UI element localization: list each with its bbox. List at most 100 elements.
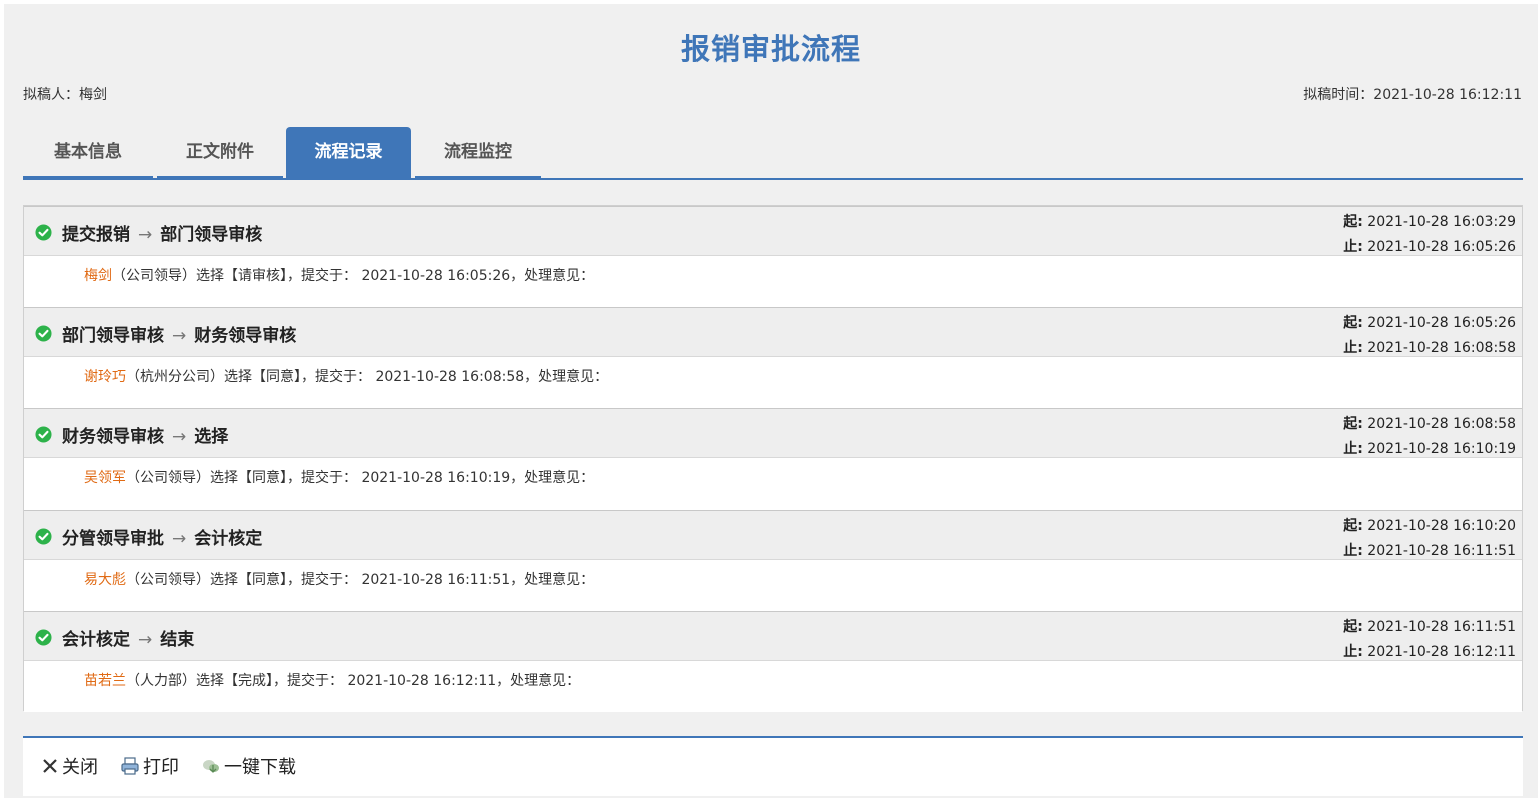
process-record: 提交报销 → 部门领导审核 起: 2021-10-28 16:03:29 止: 2021… <box>24 206 1522 307</box>
step-to: 选择 <box>194 427 229 447</box>
end-time: 2021-10-28 16:05:26 <box>1367 239 1516 255</box>
start-label: 起: <box>1343 518 1363 534</box>
handler-line: 易大彪（公司领导）选择【同意】，提交于： 2021-10-28 16:11:51… <box>84 569 594 589</box>
handler-detail: （公司领导）选择【同意】，提交于： 2021-10-28 16:11:51，处理… <box>126 572 595 588</box>
tab-process-records[interactable]: 流程记录 <box>286 127 411 178</box>
start-time-line: 起: 2021-10-28 16:10:20 <box>1343 514 1516 539</box>
step-to: 会计核定 <box>194 529 263 549</box>
arrow-right-icon: → <box>138 630 153 650</box>
step-transition: 部门领导审核 → 财务领导审核 <box>62 321 296 346</box>
check-circle-icon <box>35 325 52 342</box>
step-from: 分管领导审批 <box>62 529 164 549</box>
download-all-button[interactable]: 一键下载 <box>201 755 296 781</box>
handler-name: 苗若兰 <box>84 673 126 689</box>
end-label: 止: <box>1343 441 1363 457</box>
close-label: 关闭 <box>62 757 98 778</box>
end-label: 止: <box>1343 239 1363 255</box>
start-time: 2021-10-28 16:11:51 <box>1367 619 1516 635</box>
process-record: 分管领导审批 → 会计核定 起: 2021-10-28 16:10:20 止: 2021… <box>24 510 1522 611</box>
check-circle-icon <box>35 629 52 646</box>
end-time: 2021-10-28 16:11:51 <box>1367 543 1516 559</box>
end-label: 止: <box>1343 543 1363 559</box>
download-label: 一键下载 <box>224 757 296 778</box>
tab-basic-info[interactable]: 基本信息 <box>23 127 153 178</box>
printer-icon <box>121 757 139 775</box>
process-record: 部门领导审核 → 财务领导审核 起: 2021-10-28 16:05:26 止: 20… <box>24 307 1522 408</box>
step-transition: 会计核定 → 结束 <box>62 625 194 650</box>
check-circle-icon <box>35 528 52 545</box>
handler-name: 谢玲巧 <box>84 369 126 385</box>
step-from: 部门领导审核 <box>62 326 164 346</box>
step-to: 部门领导审核 <box>160 225 263 245</box>
start-label: 起: <box>1343 315 1363 331</box>
close-icon <box>43 759 57 773</box>
end-time: 2021-10-28 16:10:19 <box>1367 441 1516 457</box>
arrow-right-icon: → <box>138 225 153 245</box>
draft-time-info: 拟稿时间：2021-10-28 16:12:11 <box>1303 87 1522 103</box>
end-label: 止: <box>1343 644 1363 660</box>
step-times: 起: 2021-10-28 16:11:51 止: 2021-10-28 16:1… <box>1343 615 1516 665</box>
end-label: 止: <box>1343 340 1363 356</box>
step-transition: 分管领导审批 → 会计核定 <box>62 524 262 549</box>
handler-name: 吴领军 <box>84 470 126 486</box>
record-body: 吴领军（公司领导）选择【同意】，提交于： 2021-10-28 16:10:19… <box>24 458 1522 509</box>
start-time-line: 起: 2021-10-28 16:05:26 <box>1343 311 1516 336</box>
arrow-right-icon: → <box>172 326 187 346</box>
step-to: 结束 <box>160 630 195 650</box>
footer-toolbar: 关闭 打印 一键下载 <box>23 736 1523 796</box>
handler-line: 苗若兰（人力部）选择【完成】，提交于： 2021-10-28 16:12:11，… <box>84 670 580 690</box>
step-from: 财务领导审核 <box>62 427 164 447</box>
handler-line: 吴领军（公司领导）选择【同意】，提交于： 2021-10-28 16:10:19… <box>84 467 594 487</box>
arrow-right-icon: → <box>172 529 187 549</box>
start-time: 2021-10-28 16:08:58 <box>1367 416 1516 432</box>
record-body: 梅剑（公司领导）选择【请审核】，提交于： 2021-10-28 16:05:26… <box>24 256 1522 307</box>
record-body: 谢玲巧（杭州分公司）选择【同意】，提交于： 2021-10-28 16:08:5… <box>24 357 1522 408</box>
print-button[interactable]: 打印 <box>120 755 179 781</box>
start-time: 2021-10-28 16:10:20 <box>1367 518 1516 534</box>
record-header: 提交报销 → 部门领导审核 起: 2021-10-28 16:03:29 止: 2021… <box>24 206 1522 256</box>
step-times: 起: 2021-10-28 16:08:58 止: 2021-10-28 16:1… <box>1343 412 1516 462</box>
handler-name: 梅剑 <box>84 268 112 284</box>
record-body: 易大彪（公司领导）选择【同意】，提交于： 2021-10-28 16:11:51… <box>24 560 1522 611</box>
step-times: 起: 2021-10-28 16:05:26 止: 2021-10-28 16:0… <box>1343 311 1516 361</box>
tab-attachments[interactable]: 正文附件 <box>157 127 283 178</box>
print-label: 打印 <box>143 757 179 778</box>
approval-page: 报销审批流程 拟稿人：梅剑 拟稿时间：2021-10-28 16:12:11 基… <box>4 4 1538 798</box>
start-label: 起: <box>1343 619 1363 635</box>
step-from: 会计核定 <box>62 630 130 650</box>
handler-detail: （杭州分公司）选择【同意】，提交于： 2021-10-28 16:08:58，处… <box>126 369 609 385</box>
drafter-info: 拟稿人：梅剑 <box>23 87 107 103</box>
process-record: 财务领导审核 → 选择 起: 2021-10-28 16:08:58 止: 2021-1… <box>24 408 1522 509</box>
download-icon <box>203 760 219 773</box>
handler-line: 梅剑（公司领导）选择【请审核】，提交于： 2021-10-28 16:05:26… <box>84 265 594 285</box>
step-transition: 提交报销 → 部门领导审核 <box>62 220 262 245</box>
check-circle-icon <box>35 426 52 443</box>
handler-detail: （公司领导）选择【同意】，提交于： 2021-10-28 16:10:19，处理… <box>126 470 595 486</box>
start-time-line: 起: 2021-10-28 16:03:29 <box>1343 210 1516 235</box>
page-title: 报销审批流程 <box>680 32 861 66</box>
record-header: 分管领导审批 → 会计核定 起: 2021-10-28 16:10:20 止: 2021… <box>24 510 1522 560</box>
arrow-right-icon: → <box>172 427 187 447</box>
step-to: 财务领导审核 <box>194 326 297 346</box>
start-time-line: 起: 2021-10-28 16:11:51 <box>1343 615 1516 640</box>
start-time: 2021-10-28 16:03:29 <box>1367 214 1516 230</box>
step-times: 起: 2021-10-28 16:03:29 止: 2021-10-28 16:0… <box>1343 210 1516 260</box>
record-header: 财务领导审核 → 选择 起: 2021-10-28 16:08:58 止: 2021-1… <box>24 408 1522 458</box>
end-time: 2021-10-28 16:12:11 <box>1367 644 1516 660</box>
handler-detail: （公司领导）选择【请审核】，提交于： 2021-10-28 16:05:26，处… <box>112 268 595 284</box>
end-time: 2021-10-28 16:08:58 <box>1367 340 1516 356</box>
record-body: 苗若兰（人力部）选择【完成】，提交于： 2021-10-28 16:12:11，… <box>24 661 1522 712</box>
tab-process-monitor[interactable]: 流程监控 <box>415 127 541 178</box>
start-time-line: 起: 2021-10-28 16:08:58 <box>1343 412 1516 437</box>
tab-bar: 基本信息 正文附件 流程记录 流程监控 <box>23 127 1523 180</box>
start-time: 2021-10-28 16:05:26 <box>1367 315 1516 331</box>
start-label: 起: <box>1343 214 1363 230</box>
check-circle-icon <box>35 224 52 241</box>
step-times: 起: 2021-10-28 16:10:20 止: 2021-10-28 16:1… <box>1343 514 1516 564</box>
close-button[interactable]: 关闭 <box>41 755 98 781</box>
handler-name: 易大彪 <box>84 572 126 588</box>
process-record-list: 提交报销 → 部门领导审核 起: 2021-10-28 16:03:29 止: 2021… <box>23 205 1523 712</box>
process-record: 会计核定 → 结束 起: 2021-10-28 16:11:51 止: 2021-10-… <box>24 611 1522 712</box>
step-transition: 财务领导审核 → 选择 <box>62 422 228 447</box>
handler-line: 谢玲巧（杭州分公司）选择【同意】，提交于： 2021-10-28 16:08:5… <box>84 366 608 386</box>
